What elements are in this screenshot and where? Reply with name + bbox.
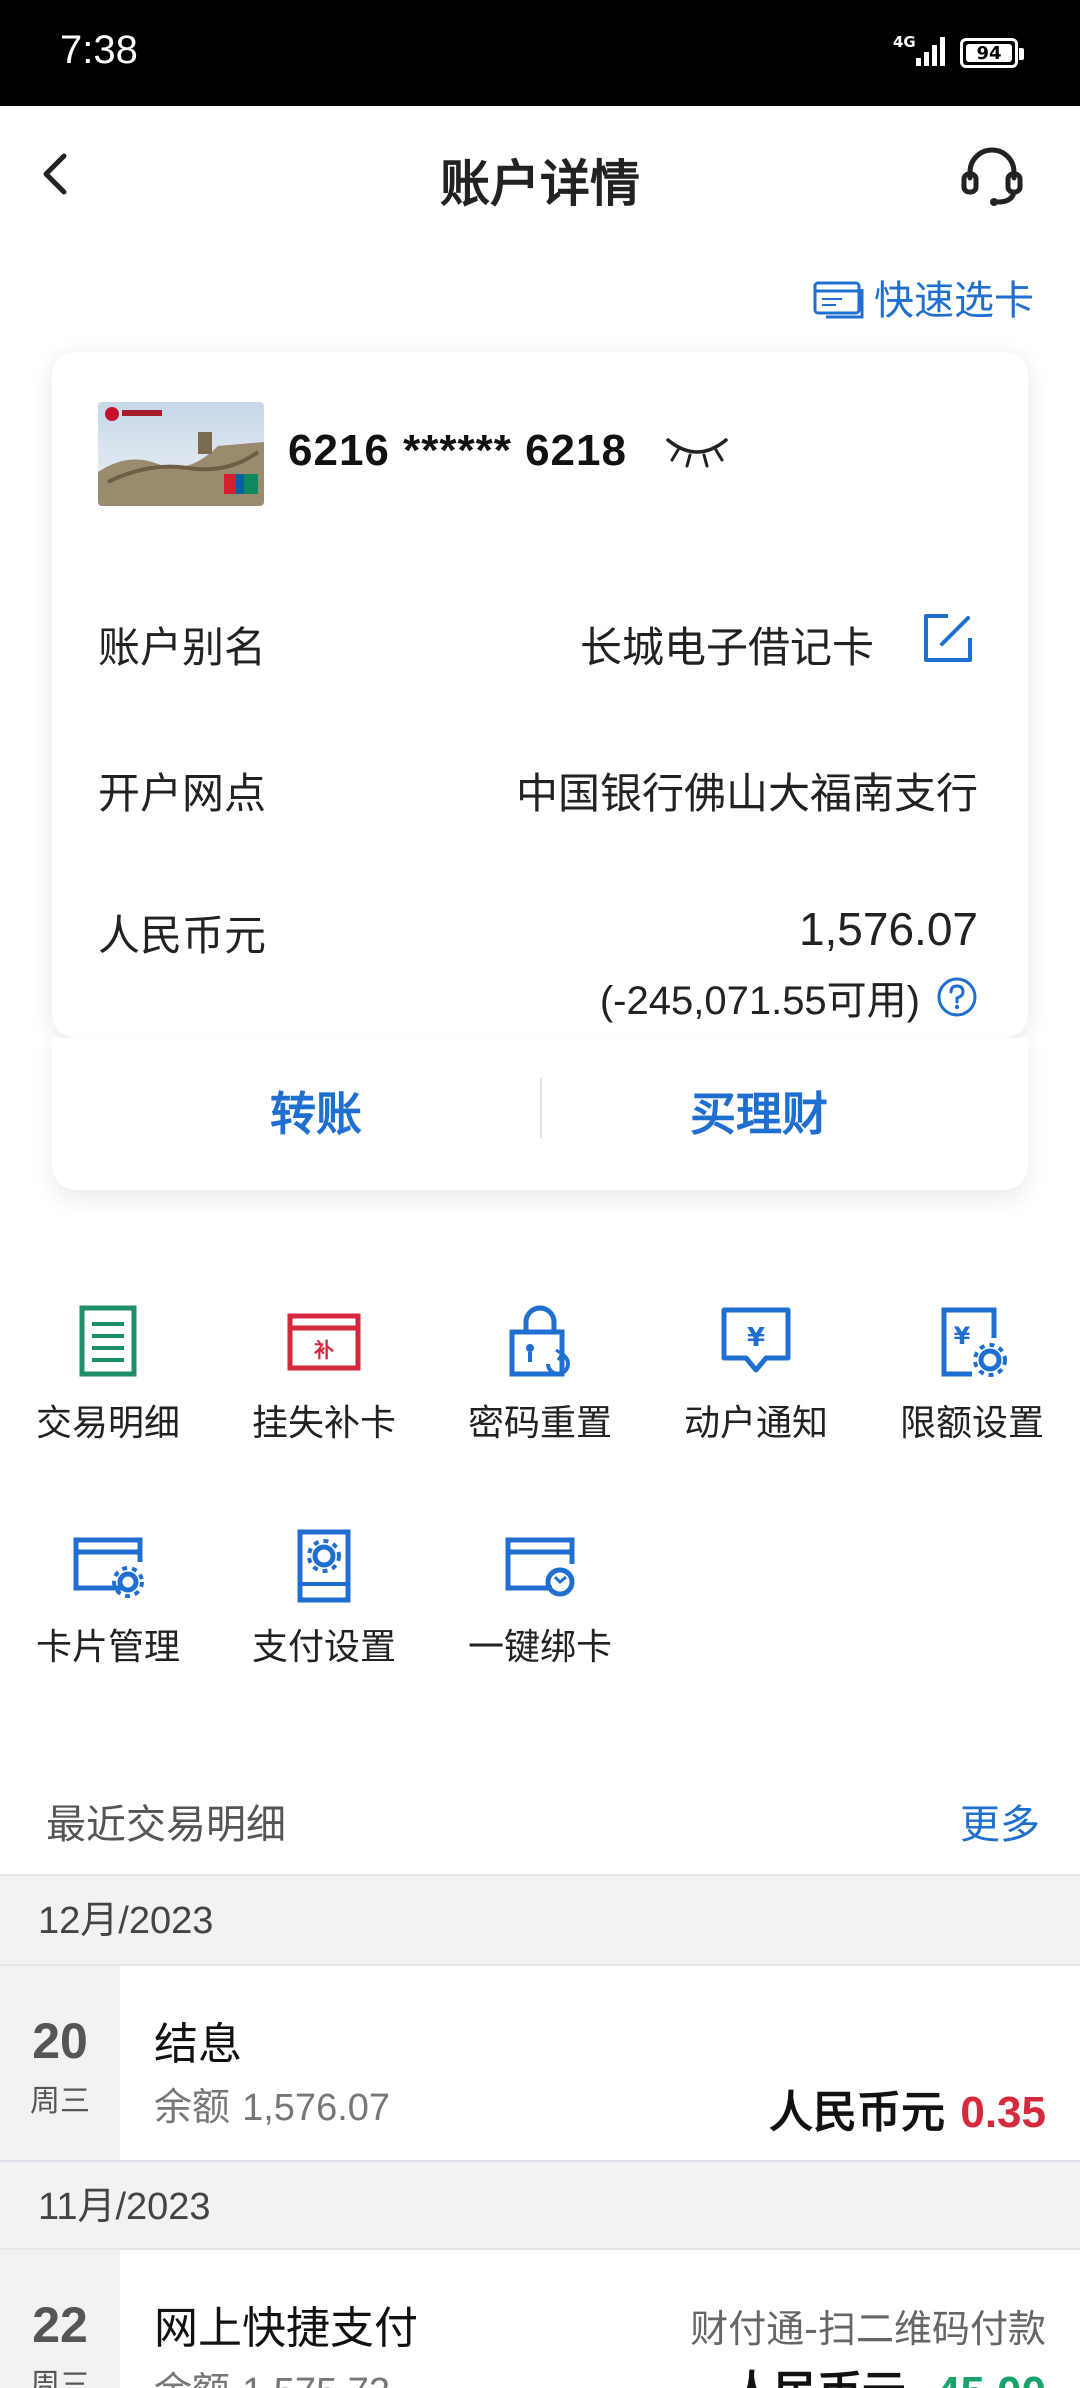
transaction-weekday: 周三: [30, 2368, 90, 2388]
balance-amount: 1,576.07: [242, 2087, 391, 2129]
svg-text:¥: ¥: [954, 1322, 971, 1350]
transaction-day: 20: [32, 2013, 88, 2069]
service-label: 卡片管理: [35, 1627, 180, 1668]
balance-label: 余额: [154, 2369, 230, 2388]
help-icon[interactable]: [936, 976, 978, 1018]
service-label: 动户通知: [683, 1403, 828, 1444]
page-title: 账户详情: [440, 155, 640, 213]
transaction-details-icon: [79, 1305, 137, 1377]
transaction-balance: 余额 1,575.72: [154, 2360, 390, 2388]
transaction-balance: 余额 1,576.07: [154, 2076, 390, 2131]
account-card: 6216 ****** 6218 账户别名 长城电子借记卡 开户网点 中国银行佛…: [52, 352, 1028, 1038]
available-balance: (-245,071.55可用): [600, 968, 978, 1026]
transaction-name: 网上快捷支付: [154, 2303, 418, 2354]
quick-select-label: 快速选卡: [874, 278, 1034, 324]
branch-label: 开户网点: [98, 769, 267, 818]
card-switch-icon: [813, 281, 864, 319]
service-label: 挂失补卡: [251, 1403, 396, 1444]
buy-finance-button[interactable]: 买理财: [690, 1078, 828, 1144]
amount-value: -45.00: [921, 2368, 1046, 2388]
more-link[interactable]: 更多: [960, 1792, 1040, 1850]
battery-level: 94: [966, 44, 1012, 63]
month-header: 12月/2023: [0, 1876, 1080, 1966]
branch-value: 中国银行佛山大福南支行: [515, 769, 978, 818]
svg-text:¥: ¥: [747, 1323, 765, 1353]
transaction-day: 22: [32, 2297, 88, 2353]
svg-text:补: 补: [313, 1338, 334, 1362]
transaction-date: 22 周三: [0, 2250, 120, 2388]
signal-icon: [916, 37, 945, 66]
status-time: 7:38: [60, 28, 138, 72]
transaction-name: 结息: [154, 2019, 242, 2070]
transfer-button[interactable]: 转账: [270, 1078, 362, 1144]
amount-currency: 人民币元: [730, 2367, 906, 2388]
transaction-memo: 财付通-扫二维码付款: [690, 2307, 1046, 2351]
transaction-row[interactable]: 22 周三 网上快捷支付 财付通-扫二维码付款 余额 1,575.72 人民币元…: [0, 2250, 1080, 2388]
eye-closed-icon[interactable]: [664, 430, 730, 470]
limit-settings-icon: ¥: [941, 1307, 1007, 1377]
card-actions: 转账 买理财: [52, 1038, 1028, 1190]
transaction-weekday: 周三: [30, 2084, 90, 2119]
quick-select-row: 快速选卡: [0, 246, 1080, 356]
balance-value: 1,576.07: [798, 903, 978, 955]
amount-value: 0.35: [960, 2088, 1046, 2137]
payment-settings-icon: [297, 1529, 351, 1603]
report-loss-icon: 补: [287, 1313, 361, 1371]
service-limit-settings[interactable]: ¥ 限额设置: [864, 1302, 1080, 1446]
service-account-notice[interactable]: ¥ 动户通知: [648, 1302, 864, 1446]
status-bar: 7:38 4G 94: [0, 0, 1080, 106]
service-bind-card[interactable]: 一键绑卡: [432, 1526, 648, 1670]
service-payment-settings[interactable]: 支付设置: [216, 1526, 432, 1670]
amount-currency: 人民币元: [769, 2087, 946, 2138]
bind-card-icon: [505, 1537, 575, 1597]
service-label: 支付设置: [251, 1627, 396, 1668]
app-header: 账户详情: [0, 106, 1080, 246]
transaction-amount: 人民币元 -45.00: [730, 2356, 1046, 2388]
customer-service-icon[interactable]: [956, 140, 1028, 212]
service-transaction-details[interactable]: 交易明细: [0, 1302, 216, 1446]
quick-select-button[interactable]: 快速选卡: [812, 268, 1034, 326]
card-number: 6216 ****** 6218: [288, 426, 627, 475]
edit-icon[interactable]: [918, 608, 978, 668]
service-label: 限额设置: [899, 1403, 1044, 1444]
balance-amount: 1,575.72: [242, 2371, 390, 2388]
service-password-reset[interactable]: 密码重置: [432, 1302, 648, 1446]
services-grid: 交易明细 补 挂失补卡 密码重置 ¥ 动户通知 ¥ 限额设置 卡片管理 支付设置…: [0, 1236, 1080, 1720]
battery-icon: 94: [960, 38, 1024, 68]
currency-label: 人民币元: [98, 911, 267, 960]
bank-card-image: [98, 402, 264, 506]
available-value: (-245,071.55可用): [599, 979, 920, 1023]
alias-value: 长城电子借记卡: [579, 623, 874, 672]
card-management-icon: [73, 1537, 144, 1598]
transaction-date: 20 周三: [0, 1966, 120, 2160]
account-notice-icon: ¥: [721, 1307, 791, 1373]
service-report-loss[interactable]: 补 挂失补卡: [216, 1302, 432, 1446]
service-card-management[interactable]: 卡片管理: [0, 1526, 216, 1670]
transaction-amount: 人民币元 0.35: [769, 2076, 1046, 2140]
network-type: 4G: [893, 33, 916, 51]
service-label: 密码重置: [467, 1403, 612, 1444]
month-header: 11月/2023: [0, 2160, 1080, 2250]
alias-label: 账户别名: [98, 623, 267, 672]
transaction-row[interactable]: 20 周三 结息 余额 1,576.07 人民币元 0.35: [0, 1966, 1080, 2160]
service-label: 一键绑卡: [467, 1627, 612, 1668]
balance-label: 余额: [154, 2085, 231, 2129]
password-reset-icon: [509, 1305, 570, 1377]
service-label: 交易明细: [35, 1403, 180, 1444]
recent-title: 最近交易明细: [46, 1802, 286, 1848]
divider: [540, 1078, 542, 1138]
recent-transactions-header: 最近交易明细 更多: [0, 1720, 1080, 1876]
